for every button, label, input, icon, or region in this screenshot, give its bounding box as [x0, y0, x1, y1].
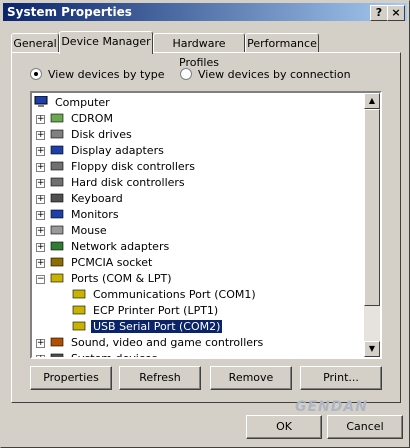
tab-device-manager[interactable]: Device Manager	[59, 31, 153, 54]
tree-item-label: Keyboard	[71, 192, 123, 205]
tree-child-item[interactable]: ECP Printer Port (LPT1)	[72, 303, 220, 319]
tree-item-label: Monitors	[71, 208, 119, 221]
tree-item-label: Disk drives	[71, 128, 132, 141]
tree-category-item[interactable]: + Network adapters	[32, 239, 171, 255]
scroll-thumb[interactable]	[364, 109, 380, 306]
expand-icon[interactable]: +	[36, 259, 45, 268]
radio-selected-icon	[30, 68, 42, 80]
window-title: System Properties	[7, 5, 132, 19]
tree-category-item[interactable]: + Sound, video and game controllers	[32, 335, 265, 351]
floppy-controller-icon	[50, 160, 64, 172]
tree-item-label: System devices	[71, 352, 158, 359]
tree-item-label: Mouse	[71, 224, 107, 237]
ok-button[interactable]: OK	[246, 415, 322, 439]
port-icon	[72, 320, 86, 332]
tree-category-item[interactable]: + PCMCIA socket	[32, 255, 154, 271]
tree-category-item[interactable]: + Hard disk controllers	[32, 175, 187, 191]
expand-icon[interactable]: +	[36, 339, 45, 348]
tree-category-item[interactable]: + System devices	[32, 351, 159, 359]
tree-category-item[interactable]: + Display adapters	[32, 143, 166, 159]
disk-drive-icon	[50, 128, 64, 140]
display-adapter-icon	[50, 144, 64, 156]
monitor-icon	[50, 208, 64, 220]
tree-category-item[interactable]: + Floppy disk controllers	[32, 159, 197, 175]
hard-disk-controller-icon	[50, 176, 64, 188]
cdrom-icon	[50, 112, 64, 124]
title-bar[interactable]: System Properties ? ×	[3, 3, 407, 21]
mouse-icon	[50, 224, 64, 236]
tree-root[interactable]: Computer	[34, 95, 112, 111]
radio-unselected-icon	[180, 68, 192, 80]
expand-icon[interactable]: +	[36, 115, 45, 124]
tree-item-label: CDROM	[71, 112, 113, 125]
properties-button[interactable]: Properties	[30, 366, 112, 390]
tree-item-label: Hard disk controllers	[71, 176, 185, 189]
expand-icon[interactable]: +	[36, 179, 45, 188]
tree-child-item[interactable]: USB Serial Port (COM2)	[72, 319, 224, 335]
device-manager-panel: View devices by type View devices by con…	[11, 52, 401, 403]
tab-general[interactable]: General	[11, 33, 59, 53]
system-device-icon	[50, 352, 64, 357]
expand-icon[interactable]: +	[36, 211, 45, 220]
collapse-icon[interactable]: −	[36, 275, 45, 284]
network-adapter-icon	[50, 240, 64, 252]
scroll-down-button[interactable]: ▼	[364, 341, 380, 357]
port-icon	[50, 272, 64, 284]
tree-item-label: Display adapters	[71, 144, 164, 157]
device-tree[interactable]: Computer + CDROM + Disk drives + Display adap…	[30, 91, 382, 359]
expand-icon[interactable]: +	[36, 355, 45, 357]
expand-icon[interactable]: +	[36, 163, 45, 172]
scroll-up-button[interactable]: ▲	[364, 93, 380, 109]
cancel-button[interactable]: Cancel	[327, 415, 403, 439]
expand-icon[interactable]: +	[36, 131, 45, 140]
tree-item-label: Floppy disk controllers	[71, 160, 195, 173]
vertical-scrollbar[interactable]: ▲ ▼	[364, 93, 380, 357]
tree-item-label: Communications Port (COM1)	[93, 288, 256, 301]
expand-icon[interactable]: +	[36, 227, 45, 236]
expand-icon[interactable]: +	[36, 147, 45, 156]
tree-item-label: USB Serial Port (COM2)	[89, 319, 224, 334]
print-button[interactable]: Print...	[300, 366, 382, 390]
port-icon	[72, 288, 86, 300]
tab-hardware-profiles[interactable]: Hardware Profiles	[153, 33, 245, 69]
sound-icon	[50, 336, 64, 348]
expand-icon[interactable]: +	[36, 195, 45, 204]
close-button[interactable]: ×	[387, 5, 405, 21]
tree-category-item[interactable]: + Disk drives	[32, 127, 134, 143]
tree-child-item[interactable]: Communications Port (COM1)	[72, 287, 258, 303]
tree-category-item[interactable]: − Ports (COM & LPT)	[32, 271, 174, 287]
keyboard-icon	[50, 192, 64, 204]
refresh-button[interactable]: Refresh	[119, 366, 201, 390]
view-by-type-label: View devices by type	[48, 68, 165, 81]
view-by-connection-radio[interactable]: View devices by connection	[180, 67, 351, 83]
tree-category-item[interactable]: + CDROM	[32, 111, 115, 127]
tree-item-label: Ports (COM & LPT)	[71, 272, 172, 285]
tree-root-label: Computer	[55, 96, 110, 109]
computer-icon	[34, 95, 48, 108]
system-properties-window: System Properties ? × General Device Man…	[0, 0, 410, 448]
tree-item-label: ECP Printer Port (LPT1)	[93, 304, 219, 317]
view-by-connection-label: View devices by connection	[198, 68, 351, 81]
tree-item-label: Network adapters	[71, 240, 170, 253]
tab-performance[interactable]: Performance	[245, 33, 319, 53]
tree-category-item[interactable]: + Keyboard	[32, 191, 125, 207]
view-by-type-radio[interactable]: View devices by type	[30, 67, 165, 83]
help-button[interactable]: ?	[370, 5, 388, 21]
port-icon	[72, 304, 86, 316]
tree-item-label: Sound, video and game controllers	[71, 336, 264, 349]
tree-category-item[interactable]: + Mouse	[32, 223, 109, 239]
expand-icon[interactable]: +	[36, 243, 45, 252]
remove-button[interactable]: Remove	[210, 366, 292, 390]
watermark-text: GENDAN	[295, 399, 368, 415]
pcmcia-icon	[50, 256, 64, 268]
tree-category-item[interactable]: + Monitors	[32, 207, 121, 223]
tree-item-label: PCMCIA socket	[71, 256, 153, 269]
